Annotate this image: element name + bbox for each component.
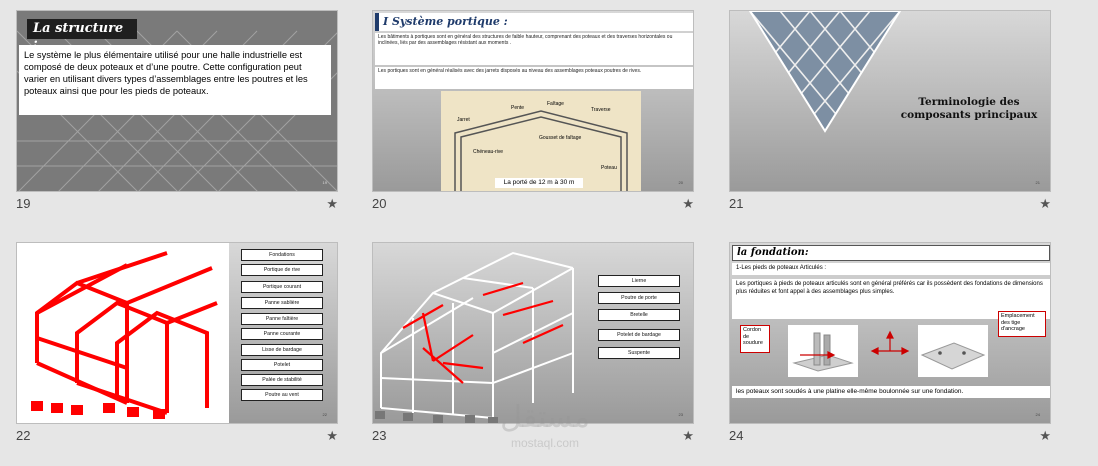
slide-thumbnail-19[interactable]: La structure : Le système le plus élémen… <box>16 10 338 220</box>
slide-thumbnail-20[interactable]: I Système portique : Les bâtiments à por… <box>372 10 694 220</box>
label-poteau: Poteau <box>601 165 617 171</box>
slide-thumbnail-23[interactable]: Lierne Poutre de porte Bretelle Potelet … <box>372 242 694 452</box>
label-palee-stabilite: Palée de stabilité <box>241 374 323 386</box>
label-cheneau: Chéneau-rive <box>473 149 504 155</box>
label-pente: Pente <box>511 105 525 111</box>
star-icon[interactable]: ★ <box>326 196 338 212</box>
slide-canvas[interactable]: Terminologie des composants principaux 2… <box>729 10 1051 192</box>
frame-sketch <box>454 110 628 191</box>
slide-body-text: Le système le plus élémentaire utilisé p… <box>19 45 331 115</box>
page-number: 20 <box>678 180 683 185</box>
slide-thumbnail-22[interactable]: Fondations Portique de rive Portique cou… <box>16 242 338 452</box>
page-number: 22 <box>322 412 327 417</box>
page-number: 23 <box>678 412 683 417</box>
slide-canvas[interactable]: La structure : Le système le plus élémen… <box>16 10 338 192</box>
slide-number: 19 <box>16 196 31 211</box>
slide-title: I Système portique : <box>375 13 693 31</box>
star-icon[interactable]: ★ <box>1039 196 1051 212</box>
label-fondations: Fondations <box>241 249 323 261</box>
slide-number: 21 <box>729 196 744 211</box>
page-number: 24 <box>1035 412 1040 417</box>
label-traverse: Traverse <box>591 107 611 113</box>
label-jarret: Jarret <box>457 117 470 123</box>
slide-number: 23 <box>372 428 387 443</box>
portal-frame-drawing: Pente Faîtage Traverse Jarret Gousset de… <box>441 91 641 191</box>
star-icon[interactable]: ★ <box>1039 428 1051 444</box>
label-potelet: Potelet <box>241 359 323 371</box>
slide-canvas[interactable]: Lierne Poutre de porte Bretelle Potelet … <box>372 242 694 424</box>
slide-title: la fondation: <box>732 245 1050 261</box>
label-lisse-bardage: Lisse de bardage <box>241 344 323 356</box>
slide-text-1: Les bâtiments à portiques sont en généra… <box>375 33 693 65</box>
slide-number: 24 <box>729 428 744 443</box>
label-panne-courante: Panne courante <box>241 328 323 340</box>
slide-number: 20 <box>372 196 387 211</box>
label-panne-faitiere: Panne faîtière <box>241 313 323 325</box>
label-tige-ancrage: Emplacement des tige d'ancrage <box>998 311 1046 337</box>
label-portique-courant: Portique courant <box>241 281 323 293</box>
span-label: La porté de 12 m à 30 m <box>495 178 583 188</box>
label-panne-sabliere: Panne sablière <box>241 297 323 309</box>
slide-canvas[interactable]: la fondation: 1-Les pieds de poteaux Art… <box>729 242 1051 424</box>
label-cordon-soudure: Cordon de soudure <box>740 325 770 353</box>
red-frame-structure <box>17 243 229 423</box>
slide-canvas[interactable]: I Système portique : Les bâtiments à por… <box>372 10 694 192</box>
label-faitage: Faîtage <box>547 101 564 107</box>
label-bretelle: Bretelle <box>598 309 680 321</box>
label-gousset: Gousset de faîtage <box>539 135 582 141</box>
star-icon[interactable]: ★ <box>682 196 694 212</box>
page-number: 21 <box>1035 180 1040 185</box>
label-suspente: Suspente <box>598 347 680 359</box>
slide-title: La structure : <box>27 19 137 51</box>
star-icon[interactable]: ★ <box>326 428 338 444</box>
slide-thumbnail-21[interactable]: Terminologie des composants principaux 2… <box>729 10 1051 220</box>
label-potelet-bardage: Potelet de bardage <box>598 329 680 341</box>
slide-subtitle: 1-Les pieds de poteaux Articulés : <box>732 263 1050 275</box>
label-poutre-porte: Poutre de porte <box>598 292 680 304</box>
star-icon[interactable]: ★ <box>682 428 694 444</box>
arrows <box>800 330 910 359</box>
slide-thumbnail-24[interactable]: la fondation: 1-Les pieds de poteaux Art… <box>729 242 1051 452</box>
slide-text-2: Les portiques sont en général réalisés a… <box>375 67 693 89</box>
slide-title: Terminologie des composants principaux <box>900 96 1038 121</box>
slide-footer-text: les poteaux sont soudés à une platine el… <box>732 386 1050 398</box>
page-number: 19 <box>322 180 327 185</box>
label-portique-rive: Portique de rive <box>241 264 323 276</box>
label-poutre-vent: Poutre au vent <box>241 389 323 401</box>
white-frame-structure <box>375 251 574 423</box>
slide-number: 22 <box>16 428 31 443</box>
slide-canvas[interactable]: Fondations Portique de rive Portique cou… <box>16 242 338 424</box>
label-lierne: Lierne <box>598 275 680 287</box>
